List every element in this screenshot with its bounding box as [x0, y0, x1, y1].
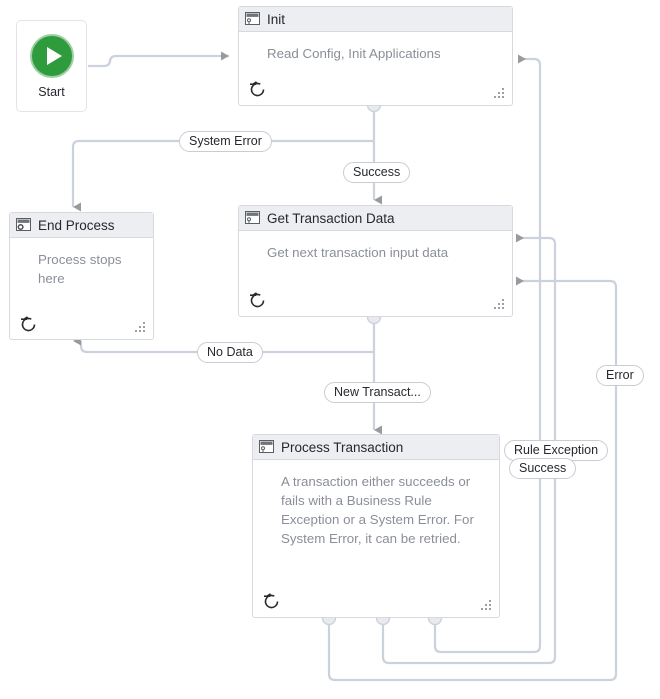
retry-icon[interactable] — [19, 315, 38, 334]
flow-diagram-canvas: Start Init Read Config, Init Application… — [0, 0, 660, 699]
node-end-process-header: End Process — [10, 213, 153, 238]
transition-label-error[interactable]: Error — [596, 365, 644, 386]
node-get-transaction-data-header: Get Transaction Data — [239, 206, 512, 231]
node-end-process-body: Process stops here — [10, 238, 153, 340]
node-init[interactable]: Init Read Config, Init Applications — [238, 6, 513, 106]
node-get-transaction-data-description: Get next transaction input data — [267, 245, 449, 260]
node-process-transaction-description: A transaction either succeeds or fails w… — [281, 474, 474, 546]
play-icon — [29, 33, 74, 78]
node-process-transaction-header: Process Transaction — [253, 435, 499, 460]
screen-icon — [259, 440, 274, 453]
node-process-transaction[interactable]: Process Transaction A transaction either… — [252, 434, 500, 618]
node-init-header: Init — [239, 7, 512, 32]
start-node[interactable]: Start — [16, 20, 87, 112]
screen-stop-icon — [16, 218, 31, 231]
retry-icon[interactable] — [248, 291, 267, 310]
resize-grip-icon[interactable] — [481, 600, 492, 611]
transition-label-success-init[interactable]: Success — [343, 162, 411, 183]
node-end-process-description: Process stops here — [38, 252, 122, 286]
node-get-transaction-data-title: Get Transaction Data — [267, 210, 395, 226]
node-end-process-title: End Process — [38, 217, 115, 233]
resize-grip-icon[interactable] — [494, 299, 505, 310]
node-end-process[interactable]: End Process Process stops here — [9, 212, 154, 340]
retry-icon[interactable] — [248, 80, 267, 99]
transition-label-no-data[interactable]: No Data — [197, 342, 263, 363]
node-process-transaction-title: Process Transaction — [281, 439, 404, 455]
node-init-description: Read Config, Init Applications — [267, 46, 441, 61]
screen-icon — [245, 211, 260, 224]
transition-label-new-transaction[interactable]: New Transact... — [324, 382, 431, 403]
node-get-transaction-data-body: Get next transaction input data — [239, 231, 512, 317]
screen-icon — [245, 12, 260, 25]
node-process-transaction-body: A transaction either succeeds or fails w… — [253, 460, 499, 618]
node-get-transaction-data[interactable]: Get Transaction Data Get next transactio… — [238, 205, 513, 317]
resize-grip-icon[interactable] — [135, 322, 146, 333]
resize-grip-icon[interactable] — [494, 88, 505, 99]
wire-start-to-init — [88, 51, 229, 68]
start-node-label: Start — [38, 84, 65, 99]
transition-label-system-error[interactable]: System Error — [179, 131, 272, 152]
node-init-title: Init — [267, 11, 286, 27]
transition-label-success-process[interactable]: Success — [509, 458, 577, 479]
node-init-body: Read Config, Init Applications — [239, 32, 512, 106]
retry-icon[interactable] — [262, 592, 281, 611]
